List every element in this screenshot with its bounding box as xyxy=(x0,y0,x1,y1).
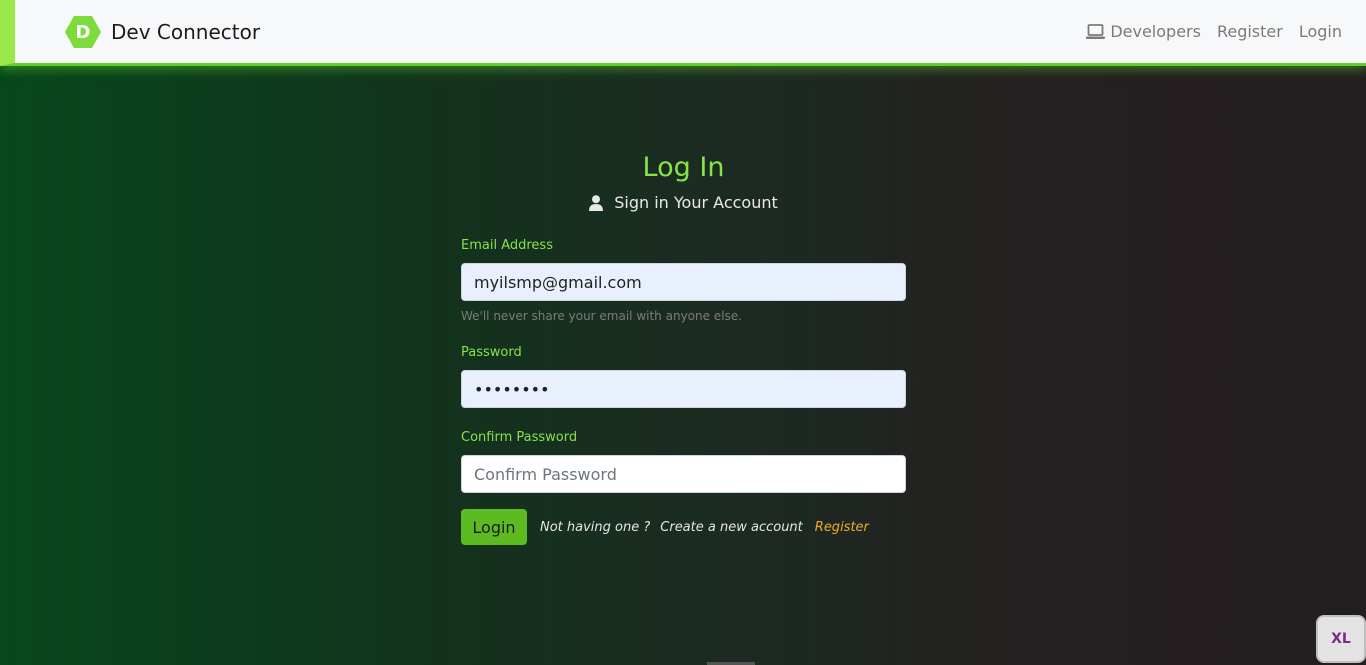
login-form: Log In Sign in Your Account Email Addres… xyxy=(461,152,906,545)
email-help-text: We'll never share your email with anyone… xyxy=(461,309,742,323)
nav-link-developers[interactable]: Developers xyxy=(1086,22,1201,41)
confirm-password-label: Confirm Password xyxy=(461,430,578,445)
confirm-password-field[interactable] xyxy=(461,455,906,493)
laptop-icon xyxy=(1086,23,1106,39)
nav-link-login[interactable]: Login xyxy=(1299,22,1342,41)
email-label: Email Address xyxy=(461,238,553,253)
subtitle-text: Sign in Your Account xyxy=(614,193,778,212)
form-actions: Login Not having one ? Create a new acco… xyxy=(461,509,906,545)
no-account-note: Not having one ? xyxy=(540,519,651,535)
breakpoint-badge: XL xyxy=(1316,615,1366,663)
user-icon xyxy=(589,194,604,211)
register-link[interactable]: Register xyxy=(815,520,869,535)
brand-name: Dev Connector xyxy=(111,20,261,44)
brand-logo-letter: D xyxy=(75,21,91,43)
login-button[interactable]: Login xyxy=(461,509,527,545)
email-field[interactable] xyxy=(461,263,906,301)
brand[interactable]: D Dev Connector xyxy=(65,16,260,48)
password-label: Password xyxy=(461,345,522,360)
page-subtitle: Sign in Your Account xyxy=(461,193,906,212)
nav-link-register[interactable]: Register xyxy=(1217,22,1283,41)
password-field[interactable] xyxy=(461,370,906,408)
nav-links: Developers Register Login xyxy=(1070,22,1342,41)
page-title: Log In xyxy=(642,152,725,183)
nav-link-developers-label: Developers xyxy=(1110,22,1201,41)
navbar: D Dev Connector Developers Register Logi… xyxy=(0,0,1366,66)
brand-logo-icon: D xyxy=(65,16,101,48)
create-account-note: Create a new account xyxy=(660,519,803,535)
